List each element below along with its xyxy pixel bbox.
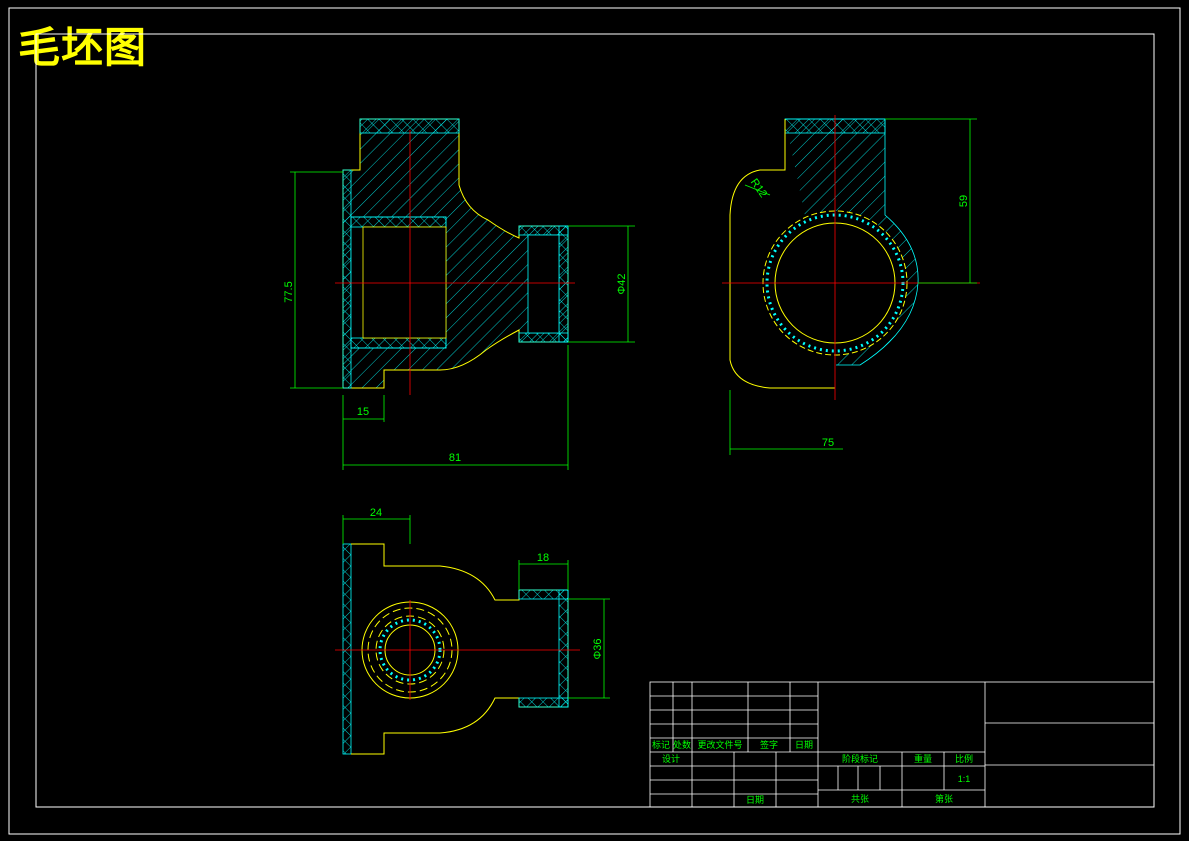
inner-frame xyxy=(35,33,1155,808)
dim-bottom-diameter: Φ36 xyxy=(592,638,604,659)
dim-right-height: 59 xyxy=(958,195,970,207)
front-section-view xyxy=(335,118,575,395)
tb-signature: 签字 xyxy=(760,739,778,750)
tb-total-sheets: 共张 xyxy=(851,794,869,804)
tb-date2: 日期 xyxy=(746,795,764,805)
top-view xyxy=(335,543,580,755)
tb-mark: 标记 xyxy=(652,739,670,750)
side-view xyxy=(722,115,980,400)
dim-bore-diameter: Φ42 xyxy=(616,273,628,294)
tb-design: 设计 xyxy=(662,753,680,764)
dim-bottom-offset: 24 xyxy=(370,507,382,519)
tb-weight: 重量 xyxy=(914,753,932,764)
dim-total-length: 81 xyxy=(449,452,461,464)
tb-change-doc: 更改文件号 xyxy=(697,739,742,750)
dim-radius: R12 xyxy=(748,177,769,200)
dim-height-left: 77.5 xyxy=(283,281,295,302)
blank-drawing: 77.5 15 81 Φ42 59 75 R12 24 18 Φ36 标记 处数… xyxy=(8,7,1181,835)
tb-sheet-no: 第张 xyxy=(935,793,953,804)
outer-frame xyxy=(8,7,1181,835)
dim-flange-width: 15 xyxy=(357,406,369,418)
dim-bottom-boss: 18 xyxy=(537,552,549,564)
tb-scale-label: 比例 xyxy=(955,753,973,764)
dim-right-width: 75 xyxy=(822,437,834,449)
tb-stage-mark: 阶段标记 xyxy=(842,753,878,764)
tb-count: 处数 xyxy=(673,739,691,750)
tb-scale-value: 1:1 xyxy=(958,774,971,784)
tb-date: 日期 xyxy=(795,740,813,750)
